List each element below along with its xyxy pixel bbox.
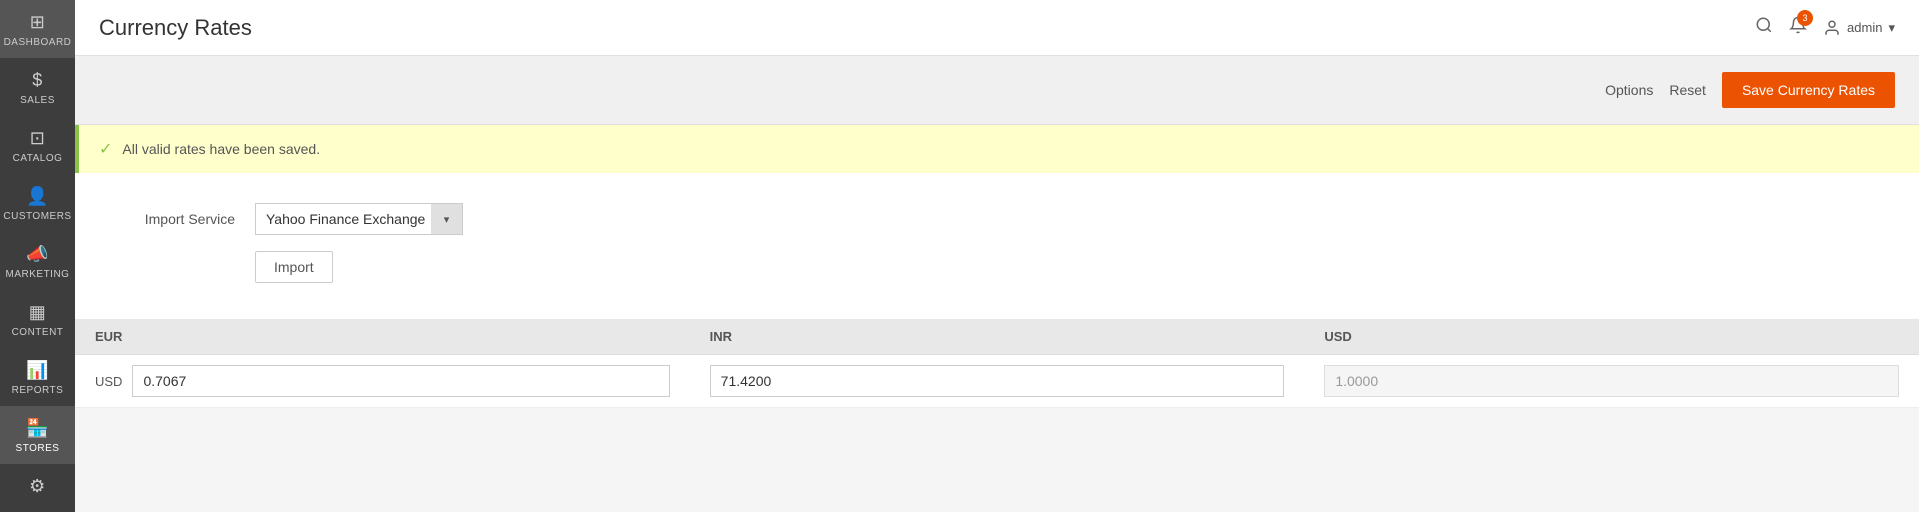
usd-eur-cell: USD (75, 355, 690, 408)
sidebar-item-customers[interactable]: 👤 CUSTOMERS (0, 174, 75, 232)
sidebar-item-label: CONTENT (12, 327, 64, 338)
dashboard-icon: ⊞ (30, 12, 46, 33)
notification-count: 3 (1797, 10, 1813, 26)
notifications-button[interactable]: 3 (1789, 16, 1807, 39)
usd-inr-cell (690, 355, 1305, 408)
sales-icon: $ (32, 70, 43, 91)
import-service-row: Import Service Yahoo Finance Exchange Fi… (115, 203, 1879, 235)
save-currency-rates-button[interactable]: Save Currency Rates (1722, 72, 1895, 108)
admin-menu[interactable]: admin ▾ (1823, 19, 1895, 37)
sidebar: ⊞ DASHBOARD $ SALES ⊡ CATALOG 👤 CUSTOMER… (0, 0, 75, 512)
admin-label: admin (1847, 20, 1882, 35)
usd-usd-cell (1304, 355, 1919, 408)
col-header-eur: EUR (75, 319, 690, 355)
alert-message: All valid rates have been saved. (122, 141, 320, 157)
sidebar-item-catalog[interactable]: ⊡ CATALOG (0, 116, 75, 174)
reports-icon: 📊 (26, 360, 49, 381)
table-row: USD (75, 355, 1919, 408)
col-header-inr: INR (690, 319, 1305, 355)
eur-rate-input[interactable] (132, 365, 669, 397)
sidebar-item-marketing[interactable]: 📣 MARKETING (0, 232, 75, 290)
usd-rate-input (1324, 365, 1899, 397)
page-header: Currency Rates 3 admin ▾ (75, 0, 1919, 56)
sidebar-item-sales[interactable]: $ SALES (0, 58, 75, 116)
system-icon: ⚙ (29, 476, 46, 497)
import-button[interactable]: Import (255, 251, 333, 283)
sidebar-item-stores[interactable]: 🏪 STORES (0, 406, 75, 464)
page-content: ✓ All valid rates have been saved. Impor… (75, 125, 1919, 512)
chevron-down-icon: ▾ (1888, 20, 1895, 36)
sidebar-item-label: REPORTS (12, 385, 64, 396)
options-button[interactable]: Options (1605, 82, 1653, 98)
rates-table: EUR INR USD USD (75, 319, 1919, 408)
customers-icon: 👤 (26, 186, 49, 207)
import-form-section: Import Service Yahoo Finance Exchange Fi… (75, 173, 1919, 319)
reset-button[interactable]: Reset (1669, 82, 1706, 98)
row-currency-label: USD (95, 374, 122, 389)
inr-rate-input[interactable] (710, 365, 1285, 397)
sidebar-item-label: MARKETING (6, 269, 70, 280)
import-button-row: Import (115, 251, 1879, 283)
page-title: Currency Rates (99, 15, 252, 41)
col-header-usd: USD (1304, 319, 1919, 355)
catalog-icon: ⊡ (30, 128, 46, 149)
main-content: Currency Rates 3 admin ▾ (75, 0, 1919, 512)
rates-table-container: EUR INR USD USD (75, 319, 1919, 408)
success-alert: ✓ All valid rates have been saved. (75, 125, 1919, 173)
import-service-label: Import Service (115, 211, 235, 227)
import-service-select-wrapper: Yahoo Finance Exchange Fixed ▾ (255, 203, 463, 235)
stores-icon: 🏪 (26, 418, 49, 439)
sidebar-item-reports[interactable]: 📊 REPORTS (0, 348, 75, 406)
toolbar: Options Reset Save Currency Rates (75, 56, 1919, 125)
select-dropdown-button[interactable]: ▾ (431, 203, 463, 235)
sidebar-item-label: SALES (20, 95, 55, 106)
content-icon: ▦ (29, 302, 47, 323)
sidebar-item-label: CATALOG (13, 153, 63, 164)
header-actions: 3 admin ▾ (1755, 16, 1895, 39)
sidebar-item-dashboard[interactable]: ⊞ DASHBOARD (0, 0, 75, 58)
table-header-row: EUR INR USD (75, 319, 1919, 355)
sidebar-item-label: STORES (16, 443, 60, 454)
sidebar-item-label: CUSTOMERS (3, 211, 71, 222)
check-icon: ✓ (99, 139, 112, 159)
marketing-icon: 📣 (26, 244, 49, 265)
sidebar-item-label: DASHBOARD (4, 37, 72, 48)
search-button[interactable] (1755, 16, 1773, 39)
sidebar-item-content[interactable]: ▦ CONTENT (0, 290, 75, 348)
sidebar-item-system[interactable]: ⚙ (0, 464, 75, 511)
